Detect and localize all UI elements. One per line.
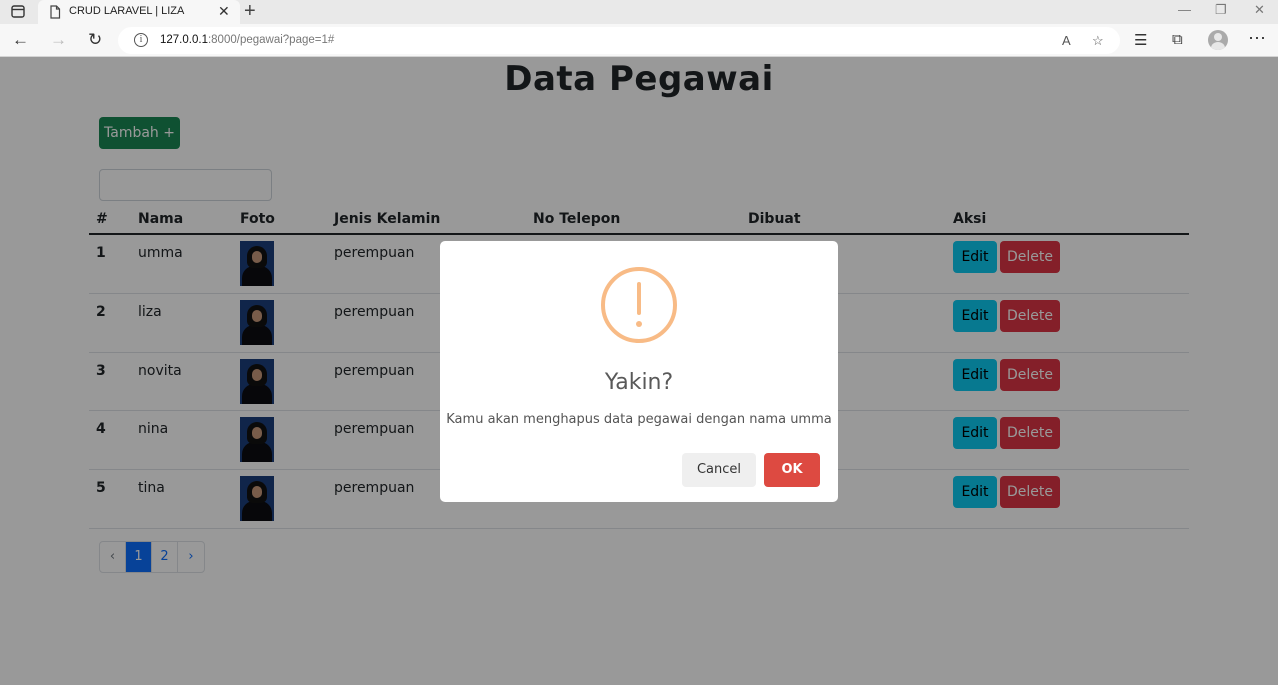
confirm-dialog: Yakin? Kamu akan menghapus data pegawai … <box>440 241 838 502</box>
dialog-message: Kamu akan menghapus data pegawai dengan … <box>446 412 832 427</box>
browser-toolbar: ← → ↻ i 127.0.0.1:8000/pegawai?page=1# A… <box>0 24 1278 57</box>
address-bar[interactable]: i 127.0.0.1:8000/pegawai?page=1# A ☆ <box>118 27 1120 54</box>
collections-icon[interactable]: ⧉ <box>1172 31 1183 48</box>
url-path: :8000/pegawai?page=1# <box>207 34 335 46</box>
tab-close-icon[interactable]: ✕ <box>218 3 230 20</box>
page-icon <box>50 5 61 19</box>
url-host: 127.0.0.1 <box>160 34 208 46</box>
profile-avatar[interactable] <box>1208 30 1228 50</box>
more-options-icon[interactable]: ⋯ <box>1248 28 1266 49</box>
new-tab-icon[interactable]: + <box>244 0 256 23</box>
ok-button[interactable]: OK <box>764 453 820 487</box>
favorite-add-icon[interactable]: ☆ <box>1092 33 1104 49</box>
forward-icon: → <box>50 30 67 49</box>
cancel-button[interactable]: Cancel <box>682 453 756 487</box>
refresh-icon[interactable]: ↻ <box>88 30 102 50</box>
warning-icon <box>601 267 677 343</box>
read-aloud-icon[interactable]: A <box>1062 33 1071 48</box>
window-close-icon[interactable]: ✕ <box>1254 2 1265 18</box>
url-text: 127.0.0.1:8000/pegawai?page=1# <box>160 34 334 46</box>
browser-tab[interactable]: CRUD LARAVEL | LIZA ✕ <box>38 0 240 24</box>
back-icon[interactable]: ← <box>12 30 29 50</box>
dialog-title: Yakin? <box>604 370 674 395</box>
tab-title: CRUD LARAVEL | LIZA <box>69 5 185 17</box>
minimize-icon[interactable]: — <box>1178 2 1191 17</box>
browser-tabbar: CRUD LARAVEL | LIZA ✕ + — ❐ ✕ <box>0 0 1278 24</box>
tab-actions-icon[interactable] <box>8 4 28 20</box>
info-icon[interactable]: i <box>134 33 148 47</box>
favorites-icon[interactable]: ☰ <box>1134 31 1147 49</box>
restore-icon[interactable]: ❐ <box>1215 2 1227 18</box>
